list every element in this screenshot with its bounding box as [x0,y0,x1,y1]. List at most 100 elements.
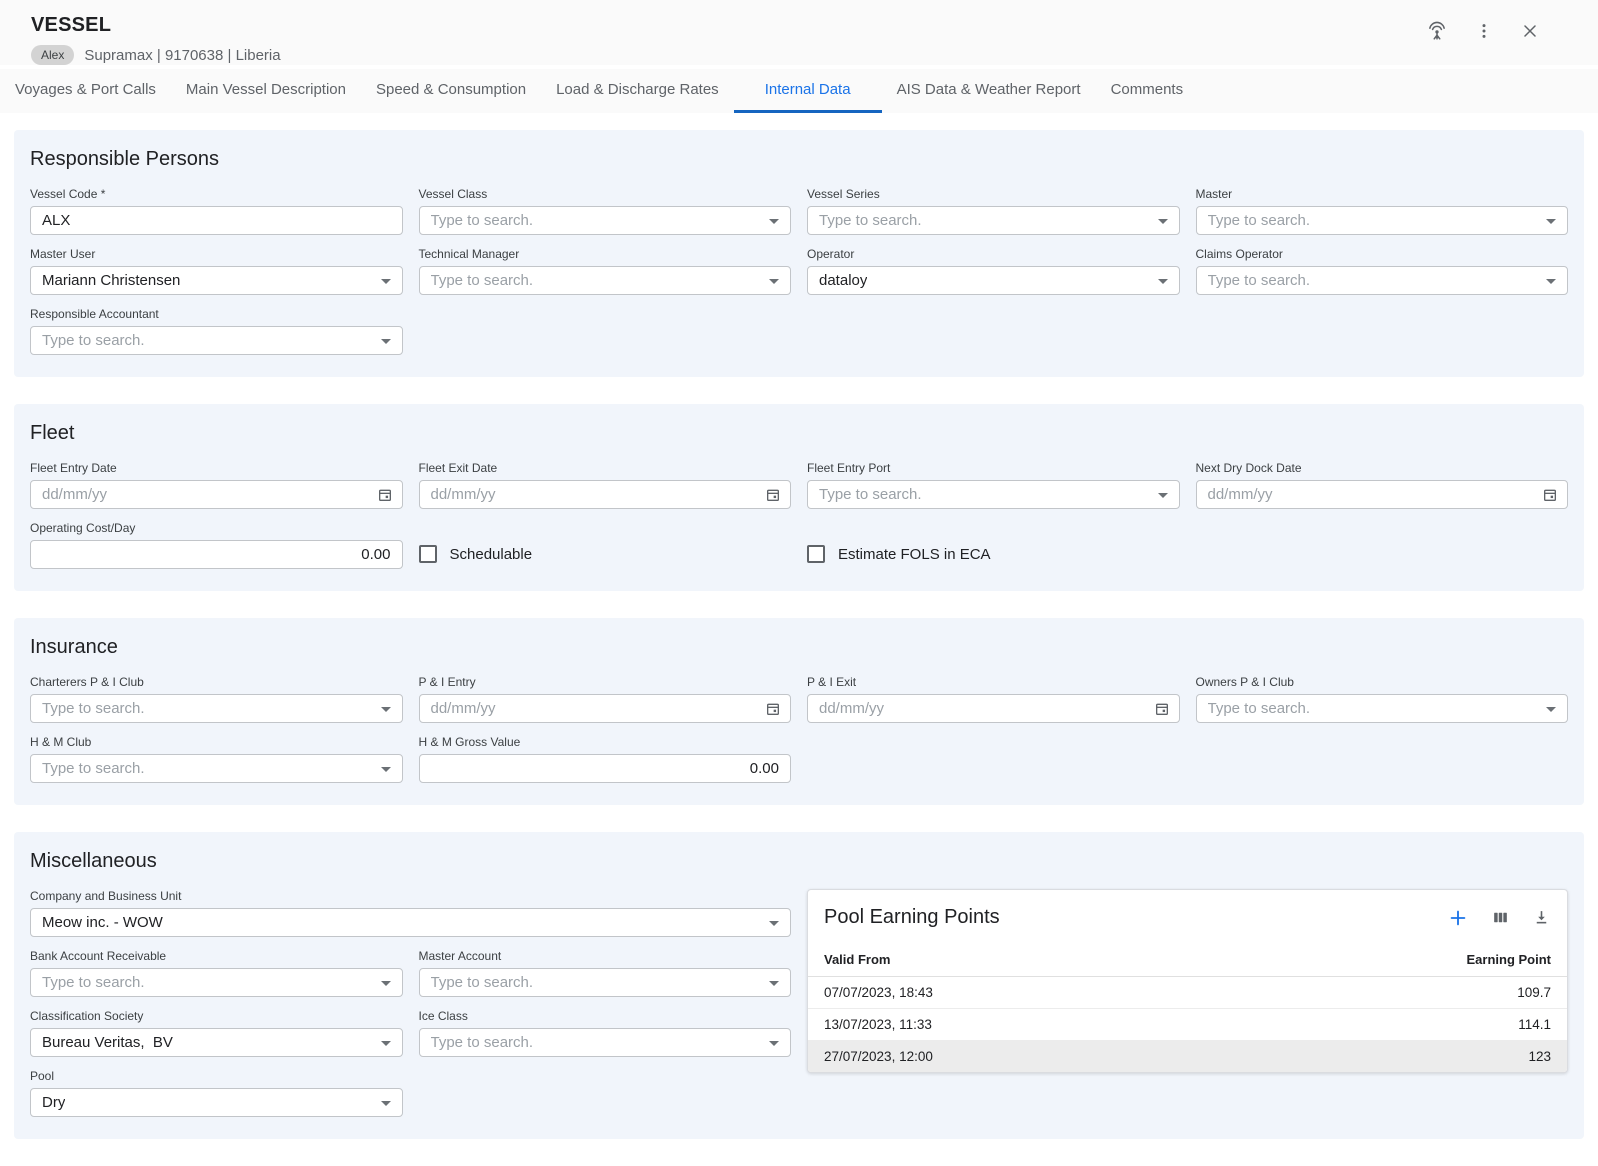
calendar-icon[interactable] [1542,487,1558,503]
charterers-pi-club-select[interactable]: Type to search. [30,694,403,723]
master-user-select[interactable]: Mariann Christensen [30,266,403,295]
field-label: Next Dry Dock Date [1196,461,1569,476]
vessel-series-select[interactable]: Type to search. [807,206,1180,235]
field-label: Classification Society [30,1009,403,1024]
chevron-down-icon [769,279,779,284]
vessel-class-select[interactable]: Type to search. [419,206,792,235]
ice-class-select[interactable]: Type to search. [419,1028,792,1057]
columns-icon[interactable] [1491,908,1510,927]
hm-club-field: H & M Club Type to search. [30,735,403,783]
tab-speed-consumption[interactable]: Speed & Consumption [361,69,541,113]
schedulable-checkbox-row: Schedulable [419,545,792,563]
master-field: Master Type to search. [1196,187,1569,235]
chevron-down-icon [381,1101,391,1106]
tab-voyages-port-calls[interactable]: Voyages & Port Calls [0,69,171,113]
pool-select[interactable]: Dry [30,1088,403,1117]
chevron-down-icon [769,921,779,926]
pi-entry-input[interactable]: dd/mm/yy [419,694,792,723]
valid-from-cell: 07/07/2023, 18:43 [808,977,1223,1009]
header-actions [1426,20,1540,42]
calendar-icon[interactable] [1154,701,1170,717]
field-label: Vessel Code * [30,187,403,202]
chevron-down-icon [381,707,391,712]
fleet-entry-port-select[interactable]: Type to search. [807,480,1180,509]
master-account-select[interactable]: Type to search. [419,968,792,997]
technical-manager-select[interactable]: Type to search. [419,266,792,295]
window-header: VESSEL Alex Supramax | 9170638 | Liberia [0,0,1598,65]
schedulable-label: Schedulable [450,546,533,563]
classification-society-select[interactable]: Bureau Veritas, BV [30,1028,403,1057]
responsible-accountant-select[interactable]: Type to search. [30,326,403,355]
field-label: Responsible Accountant [30,307,403,322]
tab-internal-data[interactable]: Internal Data [734,69,882,113]
estimate-fols-checkbox[interactable] [807,545,825,563]
claims-operator-select[interactable]: Type to search. [1196,266,1569,295]
download-icon[interactable] [1532,908,1551,927]
vessel-code-badge: Alex [31,45,74,65]
section-title: Responsible Persons [30,148,1568,171]
tab-main-vessel-description[interactable]: Main Vessel Description [171,69,361,113]
pool-field: Pool Dry [30,1069,403,1117]
company-business-unit-field: Company and Business Unit Meow inc. - WO… [30,889,791,937]
field-label: H & M Club [30,735,403,750]
add-row-icon[interactable] [1447,907,1469,929]
chevron-down-icon [769,1041,779,1046]
field-label: Company and Business Unit [30,889,791,904]
operating-cost-day-input[interactable]: 0.00 [30,540,403,569]
field-label: Master Account [419,949,792,964]
chevron-down-icon [1546,219,1556,224]
more-vert-icon[interactable] [1474,21,1494,41]
master-account-field: Master Account Type to search. [419,949,792,997]
next-dry-dock-date-field: Next Dry Dock Date dd/mm/yy [1196,461,1569,509]
bank-account-receivable-select[interactable]: Type to search. [30,968,403,997]
field-label: Charterers P & I Club [30,675,403,690]
column-header-valid-from[interactable]: Valid From [808,943,1223,977]
claims-operator-field: Claims Operator Type to search. [1196,247,1569,295]
section-title: Insurance [30,636,1568,659]
tab-load-discharge-rates[interactable]: Load & Discharge Rates [541,69,734,113]
master-select[interactable]: Type to search. [1196,206,1569,235]
company-business-unit-select[interactable]: Meow inc. - WOW [30,908,791,937]
table-row[interactable]: 13/07/2023, 11:33 114.1 [808,1009,1567,1041]
close-icon[interactable] [1520,21,1540,41]
hm-club-select[interactable]: Type to search. [30,754,403,783]
field-label: Technical Manager [419,247,792,262]
pi-exit-input[interactable]: dd/mm/yy [807,694,1180,723]
earning-point-cell: 114.1 [1223,1009,1567,1041]
fleet-exit-date-input[interactable]: dd/mm/yy [419,480,792,509]
chevron-down-icon [1158,493,1168,498]
calendar-icon[interactable] [765,487,781,503]
valid-from-cell: 13/07/2023, 11:33 [808,1009,1223,1041]
estimate-fols-checkbox-row: Estimate FOLS in ECA [807,545,1180,563]
calendar-icon[interactable] [377,487,393,503]
schedulable-checkbox[interactable] [419,545,437,563]
card-actions [1447,907,1551,929]
field-label: H & M Gross Value [419,735,792,750]
owners-pi-club-select[interactable]: Type to search. [1196,694,1569,723]
earning-point-cell: 123 [1223,1041,1567,1073]
responsible-accountant-field: Responsible Accountant Type to search. [30,307,403,355]
fleet-entry-date-input[interactable]: dd/mm/yy [30,480,403,509]
tab-comments[interactable]: Comments [1096,69,1199,113]
tab-ais-data-weather-report[interactable]: AIS Data & Weather Report [882,69,1096,113]
estimate-fols-label: Estimate FOLS in ECA [838,546,991,563]
vessel-code-input[interactable]: ALX [30,206,403,235]
vessel-code-field: Vessel Code * ALX [30,187,403,235]
pool-earning-points-table: Valid From Earning Point 07/07/2023, 18:… [808,943,1567,1072]
antenna-icon[interactable] [1426,20,1448,42]
card-header: Pool Earning Points [808,890,1567,943]
bank-account-receivable-field: Bank Account Receivable Type to search. [30,949,403,997]
section-insurance: Insurance Charterers P & I Club Type to … [14,618,1584,805]
chevron-down-icon [381,279,391,284]
column-header-earning-point[interactable]: Earning Point [1223,943,1567,977]
calendar-icon[interactable] [765,701,781,717]
tab-bar: Voyages & Port Calls Main Vessel Descrip… [0,69,1598,113]
table-row[interactable]: 27/07/2023, 12:00 123 [808,1041,1567,1073]
fleet-exit-date-field: Fleet Exit Date dd/mm/yy [419,461,792,509]
field-label: Owners P & I Club [1196,675,1569,690]
table-row[interactable]: 07/07/2023, 18:43 109.7 [808,977,1567,1009]
operator-select[interactable]: dataloy [807,266,1180,295]
next-dry-dock-date-input[interactable]: dd/mm/yy [1196,480,1569,509]
hm-gross-value-input[interactable]: 0.00 [419,754,792,783]
field-label: Bank Account Receivable [30,949,403,964]
